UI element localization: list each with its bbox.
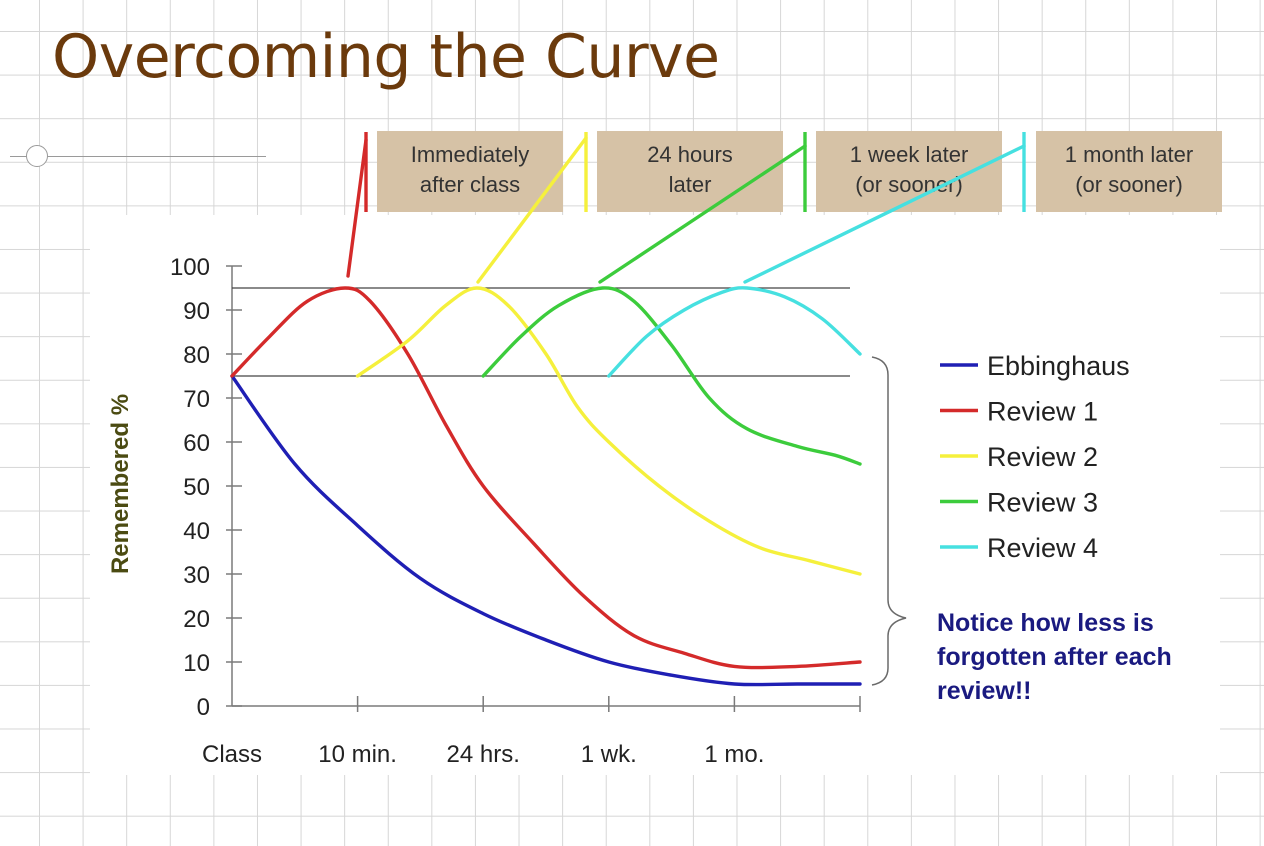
x-tick-label: 24 hrs. [447,741,520,768]
y-tick-label: 20 [183,606,210,633]
y-tick-label: 0 [197,694,210,721]
review-box-label: 1 week later [850,142,969,167]
y-tick-label: 60 [183,430,210,457]
legend-label: Review 3 [987,488,1098,518]
brace [871,356,907,686]
chart-annotation-note: Notice how less is forgotten after each … [937,609,1172,705]
legend-label: Ebbinghaus [987,351,1130,381]
review-box-2: 24 hours later [597,131,783,212]
y-tick-label: 100 [170,254,210,281]
legend-label: Review 1 [987,397,1098,427]
review-label-boxes: Immediately after class 24 hours later 1 wee… [377,131,1222,212]
y-tick-label: 10 [183,650,210,677]
series-line-review-4 [607,286,862,378]
series-line-review-2 [355,286,862,576]
review-box-label: later [669,172,712,197]
y-tick-label: 80 [183,342,210,369]
legend-label: Review 4 [987,533,1098,563]
review-box-label: (or sooner) [1075,172,1183,197]
x-tick-label: 10 min. [318,741,397,768]
review-box-label: 1 month later [1065,142,1193,167]
legend-item: Review 1 [940,397,1098,427]
review-box-1: Immediately after class [377,131,563,212]
series-line-ebbinghaus [230,374,862,687]
y-tick-label: 50 [183,474,210,501]
legend-item: Review 2 [940,442,1098,472]
review-box-4: 1 month later (or sooner) [1036,131,1222,212]
x-tick-label: 1 mo. [704,741,764,768]
y-tick-label: 30 [183,562,210,589]
forgetting-curve-chart: Immediately after class 24 hours later 1 wee… [107,131,1222,768]
legend-item: Ebbinghaus [940,351,1130,381]
legend-item: Review 3 [940,488,1098,518]
review-box-label: after class [420,172,520,197]
legend-item: Review 4 [940,533,1098,563]
y-tick-label: 70 [183,386,210,413]
review-connector-line [346,138,368,278]
legend-label: Review 2 [987,442,1098,472]
y-tick-label: 40 [183,518,210,545]
x-tick-label: Class [202,741,262,768]
x-tick-label: 1 wk. [581,741,637,768]
series-line-review-1 [230,286,862,670]
reference-lines [232,287,850,377]
y-axis-title: Remembered % [107,394,134,574]
review-box-label: Immediately [411,142,530,167]
chart-legend: Ebbinghaus Review 1 Review 2 Review 3 Review… [940,351,1130,563]
series-lines [230,286,862,687]
review-box-label: 24 hours [647,142,733,167]
y-tick-label: 90 [183,298,210,325]
